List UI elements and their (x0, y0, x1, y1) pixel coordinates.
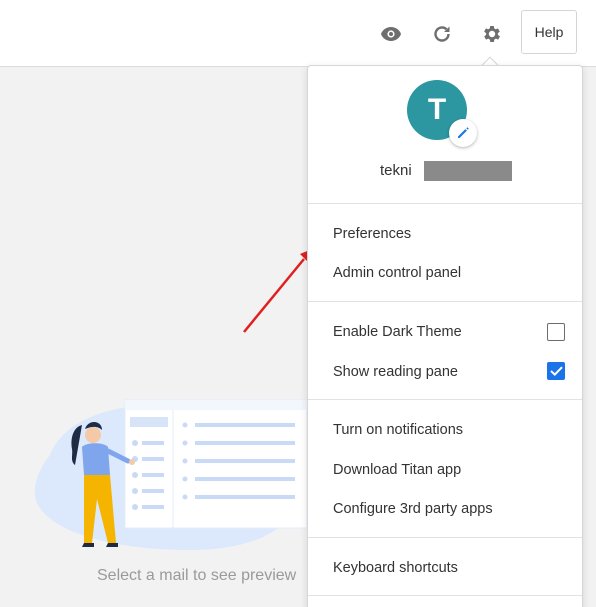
refresh-icon[interactable] (428, 20, 456, 48)
eye-icon[interactable] (377, 20, 405, 48)
menu-section-display: Enable Dark Theme Show reading pane (308, 302, 582, 400)
top-toolbar: Help (0, 0, 596, 67)
profile-section: T tekni (308, 66, 582, 204)
pencil-icon (458, 127, 469, 138)
keyboard-shortcuts-item[interactable]: Keyboard shortcuts (333, 560, 458, 576)
download-titan-item[interactable]: Download Titan app (333, 462, 461, 478)
menu-section-shortcuts: Keyboard shortcuts (308, 538, 582, 596)
menu-section-admin: Preferences Admin control panel (308, 204, 582, 302)
settings-dropdown-menu: T tekni Preferences Admin control panel … (307, 65, 583, 607)
reading-pane-item[interactable]: Show reading pane (333, 364, 458, 380)
help-button[interactable]: Help (521, 10, 577, 54)
redacted-username-block (424, 161, 512, 181)
empty-preview-message: Select a mail to see preview (97, 567, 297, 584)
edit-avatar-button[interactable] (449, 119, 477, 147)
empty-state-illustration (30, 395, 310, 555)
reading-pane-checkbox[interactable] (547, 362, 565, 380)
admin-control-panel-item[interactable]: Admin control panel (333, 265, 461, 281)
preferences-item[interactable]: Preferences (333, 226, 411, 242)
menu-section-apps: Turn on notifications Download Titan app… (308, 400, 582, 538)
notifications-item[interactable]: Turn on notifications (333, 422, 463, 438)
username: tekni (380, 162, 412, 179)
gear-icon[interactable] (478, 20, 506, 48)
third-party-apps-item[interactable]: Configure 3rd party apps (333, 501, 493, 517)
checkmark-icon (549, 366, 563, 376)
dark-theme-item[interactable]: Enable Dark Theme (333, 324, 462, 340)
dark-theme-checkbox[interactable] (547, 323, 565, 341)
